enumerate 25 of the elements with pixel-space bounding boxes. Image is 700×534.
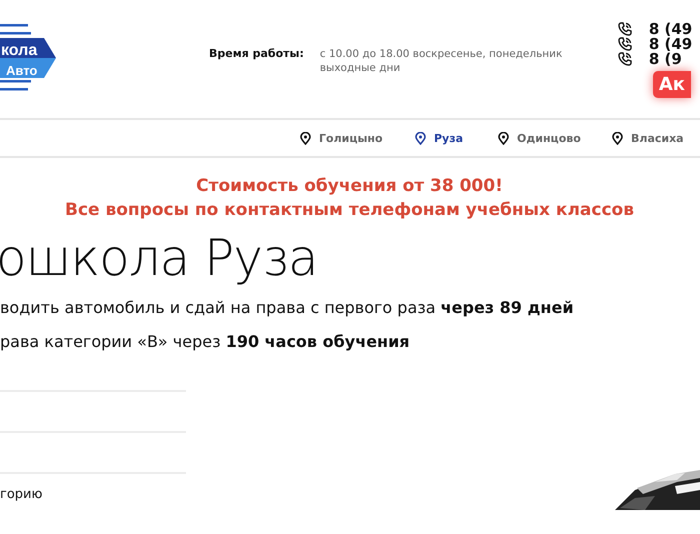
price-notice: Все вопросы по контактным телефонам учебных классов	[64, 199, 635, 222]
form-text: горию	[0, 487, 44, 502]
phone-number[interactable]: 8 (9	[648, 50, 682, 68]
hours-text: с 10.00 до 18.00 воскресенье, понедельник выходные дни	[320, 47, 564, 75]
location-pin-icon	[612, 132, 623, 144]
intro-text: водить автомобиль и сдай на права с первого раза через 89 дней	[0, 297, 575, 319]
price-notice: Стоимость обучения от 38 000!	[195, 175, 504, 198]
phone-number[interactable]: 8 (49	[648, 20, 692, 38]
location-tab[interactable]: Голицыно	[300, 132, 415, 144]
logo-text: Авто	[6, 63, 38, 78]
location-tab[interactable]: Одинцово	[498, 132, 612, 144]
location-tab[interactable]: Власиха	[612, 132, 684, 144]
action-button[interactable]: Ак	[652, 71, 692, 98]
location-tab[interactable]: Руза	[415, 132, 498, 144]
phone-icon	[618, 22, 632, 36]
phone-icon	[618, 52, 632, 66]
hours-label: Время работы:	[209, 47, 304, 60]
location-pin-icon	[300, 132, 311, 144]
location-pin-icon	[415, 132, 426, 144]
logo-text: кола	[1, 42, 38, 60]
phone-number[interactable]: 8 (49	[648, 34, 692, 52]
phone-icon	[618, 36, 632, 50]
page-title: ошкола Руза	[0, 228, 319, 288]
location-pin-icon	[498, 132, 509, 144]
intro-text: рава категории «В» через 190 часов обучения	[0, 331, 411, 353]
